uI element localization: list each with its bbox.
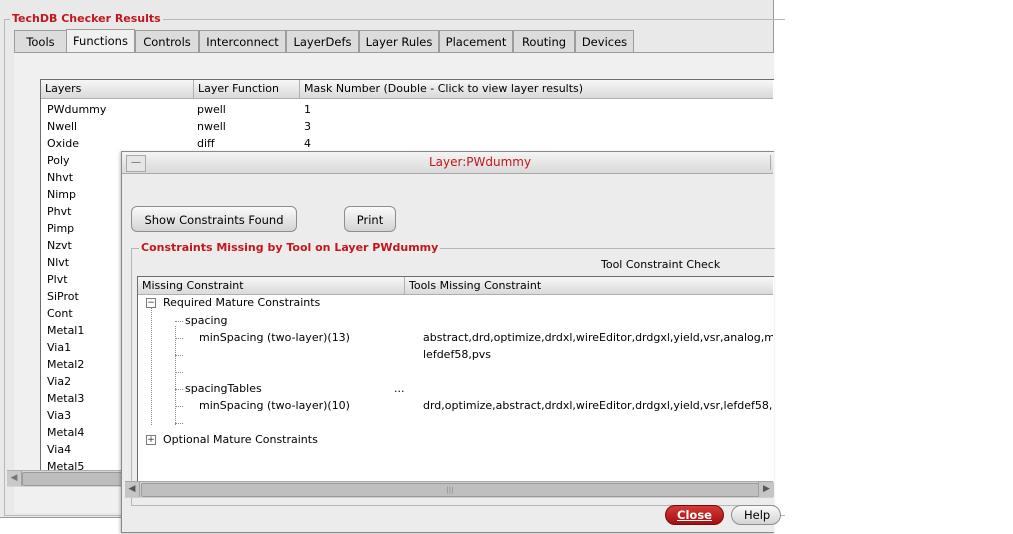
- tab-functions[interactable]: Functions: [66, 29, 135, 53]
- table-cell-mask: 4: [304, 137, 311, 150]
- tools-missing-value: drd,optimize,abstract,drdxl,wireEditor,d…: [423, 399, 773, 412]
- column-header-missing-constraint[interactable]: Missing Constraint: [138, 277, 404, 294]
- tab-layer-rules[interactable]: Layer Rules: [359, 30, 439, 52]
- table-row[interactable]: Metal2: [47, 356, 84, 373]
- table-row[interactable]: Cont: [47, 305, 73, 322]
- table-cell-function: diff: [197, 137, 215, 150]
- scrollbar-thumb[interactable]: |||: [141, 483, 759, 497]
- tree-guide: [175, 423, 183, 424]
- column-header-layers[interactable]: Layers: [41, 80, 193, 98]
- table-row[interactable]: SiProt: [47, 288, 79, 305]
- tree-guide: [175, 355, 183, 356]
- tab-tools[interactable]: Tools: [14, 30, 67, 52]
- close-button[interactable]: Close: [665, 505, 724, 525]
- tree-leaf-min-spacing-tables[interactable]: minSpacing (two-layer)(10): [199, 397, 350, 414]
- tree-guide: [175, 326, 176, 425]
- table-row[interactable]: Metal5: [47, 458, 84, 470]
- ellipsis: ...: [394, 382, 405, 395]
- table-cell-mask: 1: [304, 103, 311, 116]
- tools-missing-value: abstract,drd,optimize,drdxl,wireEditor,d…: [423, 331, 773, 344]
- table-row[interactable]: Metal4: [47, 424, 84, 441]
- print-button[interactable]: Print: [344, 206, 396, 232]
- scroll-left-arrow-icon[interactable]: ◀: [7, 471, 22, 486]
- tree-node-spacing-tables[interactable]: spacingTables: [185, 380, 262, 397]
- tab-controls[interactable]: Controls: [135, 30, 199, 52]
- table-row[interactable]: Phvt: [47, 203, 71, 220]
- tab-interconnect[interactable]: Interconnect: [199, 30, 286, 52]
- tree-node-optional[interactable]: Optional Mature Constraints: [163, 431, 318, 448]
- table-row[interactable]: Nzvt: [47, 237, 72, 254]
- table-cell-mask: 3: [304, 120, 311, 133]
- column-header-layer-function[interactable]: Layer Function: [193, 80, 299, 98]
- table-row[interactable]: Nhvt: [47, 169, 73, 186]
- table-row[interactable]: Pimp: [47, 220, 74, 237]
- table-row[interactable]: Nimp: [47, 186, 76, 203]
- layers-table-header: Layers Layer Function Mask Number (Doubl…: [41, 80, 773, 99]
- tree-guide: [175, 321, 183, 322]
- tree-guide: [175, 406, 183, 407]
- table-row[interactable]: Metal3: [47, 390, 84, 407]
- table-row[interactable]: Via3: [47, 407, 71, 424]
- table-row[interactable]: Via2: [47, 373, 71, 390]
- show-constraints-found-button[interactable]: Show Constraints Found: [131, 206, 297, 232]
- table-cell-function: nwell: [197, 120, 226, 133]
- dialog-title: Layer:PWdummy: [428, 155, 532, 169]
- table-row[interactable]: Oxide: [47, 135, 79, 152]
- table-row[interactable]: Via4: [47, 441, 71, 458]
- tree-guide: [175, 372, 183, 373]
- constraints-tree-header: Missing Constraint Tools Missing Constra…: [138, 277, 773, 295]
- window-menu-icon[interactable]: —: [126, 155, 146, 172]
- table-cell-function: pwell: [197, 103, 226, 116]
- scrollbar-thumb[interactable]: [22, 472, 132, 486]
- tree-guide: [151, 307, 152, 425]
- tab-devices[interactable]: Devices: [575, 30, 634, 52]
- expand-icon[interactable]: +: [146, 435, 156, 445]
- tab-layerdefs[interactable]: LayerDefs: [286, 30, 359, 52]
- tree-guide: [175, 338, 183, 339]
- tree-guide: [175, 389, 183, 390]
- help-button[interactable]: Help: [731, 505, 781, 525]
- column-header-mask-number[interactable]: Mask Number (Double - Click to view laye…: [299, 80, 773, 98]
- column-header-tools-missing[interactable]: Tools Missing Constraint: [404, 277, 773, 294]
- collapse-icon[interactable]: −: [146, 298, 156, 308]
- table-row[interactable]: Nlvt: [47, 254, 69, 271]
- table-row[interactable]: PWdummy: [47, 101, 106, 118]
- table-row[interactable]: Poly: [47, 152, 70, 169]
- table-row[interactable]: Metal1: [47, 322, 84, 339]
- scroll-right-arrow-icon[interactable]: ▶: [758, 482, 774, 497]
- table-row[interactable]: Plvt: [47, 271, 68, 288]
- tools-missing-value: lefdef58,pvs: [423, 348, 492, 361]
- table-row[interactable]: Nwell: [47, 118, 77, 135]
- tab-routing[interactable]: Routing: [513, 30, 575, 52]
- tab-placement[interactable]: Placement: [439, 30, 513, 52]
- tree-leaf-min-spacing[interactable]: minSpacing (two-layer)(13): [199, 329, 350, 346]
- constraints-missing-title: Constraints Missing by Tool on Layer PWd…: [139, 241, 441, 255]
- titlebar-edge: [770, 155, 774, 170]
- tree-node-required[interactable]: Required Mature Constraints: [163, 294, 320, 311]
- table-row[interactable]: Via1: [47, 339, 71, 356]
- group-title: TechDB Checker Results: [10, 12, 163, 26]
- scroll-left-arrow-icon[interactable]: ◀: [125, 482, 140, 497]
- tree-node-spacing[interactable]: spacing: [185, 312, 228, 329]
- tool-constraint-check-label: Tool Constraint Check: [601, 258, 721, 271]
